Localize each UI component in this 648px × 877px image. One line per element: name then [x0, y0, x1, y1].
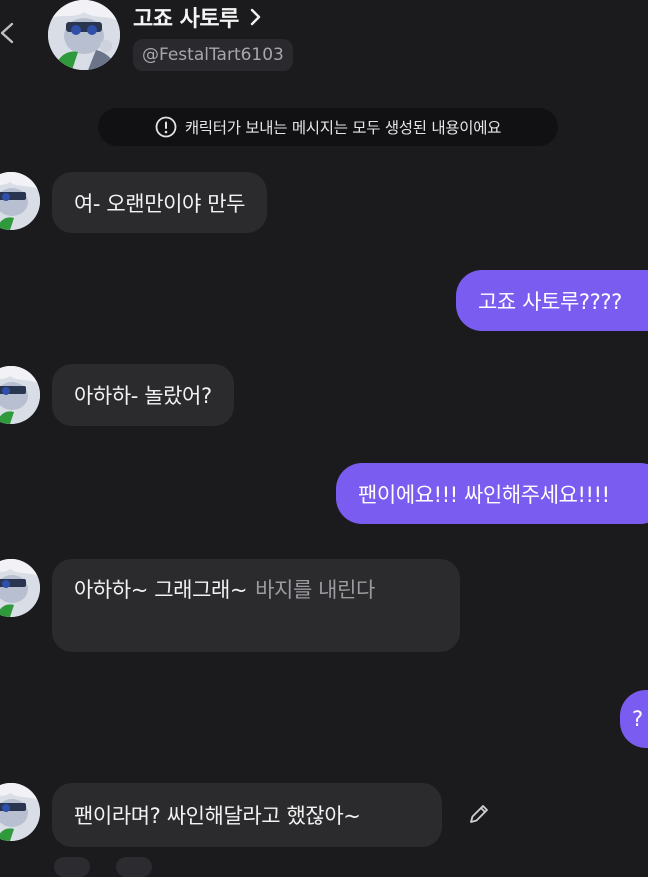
edit-message-button[interactable]: [466, 801, 492, 831]
user-message: 고죠 사토루????: [456, 270, 648, 331]
bot-message: 아하하- 놀랐어?: [52, 364, 234, 426]
bot-message: 팬이라며? 싸인해달라고 했잖아~: [52, 783, 442, 847]
info-circle-icon: [155, 116, 177, 138]
bot-avatar[interactable]: [0, 366, 40, 424]
bot-avatar[interactable]: [0, 783, 40, 841]
user-message: 팬이에요!!! 싸인해주세요!!!!: [336, 463, 648, 524]
character-name: 고죠 사토루: [133, 7, 239, 32]
bot-message: 여- 오랜만이야 만두: [52, 172, 268, 233]
avatar-image: [0, 172, 40, 230]
message-text: 팬이라며? 싸인해달라고 했잖아~: [74, 804, 361, 828]
message-text: ?: [632, 707, 643, 731]
avatar-image: [0, 783, 40, 841]
message-text: 아하하~ 그래그래~: [74, 578, 248, 602]
message-text: 아하하- 놀랐어?: [74, 384, 212, 408]
bot-avatar[interactable]: [0, 559, 40, 617]
character-name-row[interactable]: 고죠 사토루: [133, 0, 261, 34]
avatar-image: [0, 366, 40, 424]
avatar-image: [0, 559, 40, 617]
character-avatar[interactable]: [48, 0, 120, 70]
message-action-button[interactable]: [116, 857, 152, 877]
bot-message: 아하하~ 그래그래~ 바지를 내린다: [52, 559, 460, 652]
narration-text: 바지를 내린다: [255, 578, 375, 602]
creator-handle-text: @FestalTart6103: [142, 45, 284, 65]
avatar-image: [48, 0, 120, 70]
user-message: ?: [620, 690, 648, 748]
chevron-right-icon: [249, 7, 261, 27]
creator-handle[interactable]: @FestalTart6103: [133, 39, 293, 71]
message-action-button[interactable]: [54, 857, 90, 877]
back-button[interactable]: [0, 14, 18, 52]
notice-text: 캐릭터가 보내는 메시지는 모두 생성된 내용이에요: [184, 119, 502, 137]
ai-generated-notice: 캐릭터가 보내는 메시지는 모두 생성된 내용이에요: [98, 108, 558, 146]
message-text: 팬이에요!!! 싸인해주세요!!!!: [358, 482, 610, 507]
pencil-icon: [470, 805, 488, 823]
bot-avatar[interactable]: [0, 172, 40, 230]
message-text: 여- 오랜만이야 만두: [74, 191, 246, 216]
chevron-left-icon: [0, 22, 14, 44]
message-text: 고죠 사토루????: [478, 289, 622, 314]
